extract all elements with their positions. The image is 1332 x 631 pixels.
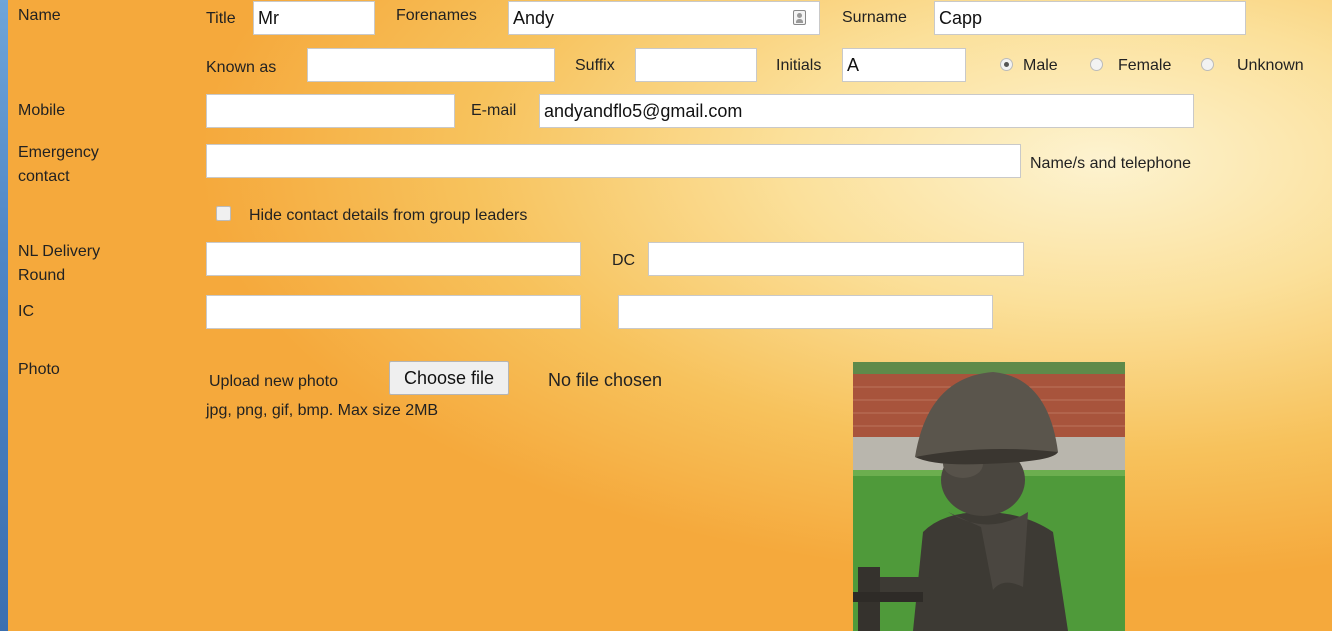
suffix-input[interactable]: [635, 48, 757, 82]
suffix-label: Suffix: [575, 57, 615, 74]
choose-file-button[interactable]: Choose file: [389, 361, 510, 395]
known-as-label: Known as: [206, 59, 277, 76]
nl-delivery-round-input[interactable]: [206, 242, 581, 276]
name-label: Name: [18, 7, 61, 24]
title-label: Title: [206, 10, 236, 27]
gender-radio-female[interactable]: [1090, 58, 1103, 71]
gender-radio-male[interactable]: [1000, 58, 1013, 71]
mobile-input[interactable]: [206, 94, 455, 128]
ic-input[interactable]: [206, 295, 581, 329]
forenames-input[interactable]: [508, 1, 820, 35]
email-input[interactable]: [539, 94, 1194, 128]
title-input[interactable]: [253, 1, 375, 35]
emergency-contact-hint: Name/s and telephone: [1030, 155, 1191, 172]
surname-input[interactable]: [934, 1, 1246, 35]
contact-card-icon[interactable]: [793, 10, 806, 25]
gender-label-unknown: Unknown: [1237, 57, 1304, 74]
left-edge-strip: [0, 0, 8, 631]
no-file-chosen-text: No file chosen: [548, 370, 663, 390]
emergency-contact-input[interactable]: [206, 144, 1021, 178]
email-label: E-mail: [471, 102, 517, 119]
photo-label: Photo: [18, 361, 60, 378]
dc-input[interactable]: [648, 242, 1024, 276]
initials-input[interactable]: [842, 48, 966, 82]
gender-label-male: Male: [1023, 57, 1058, 74]
upload-photo-label: Upload new photo: [209, 373, 338, 390]
hide-contact-label: Hide contact details from group leaders: [249, 207, 528, 224]
known-as-input[interactable]: [307, 48, 555, 82]
nl-delivery-round-label: NL Delivery Round: [18, 243, 101, 284]
member-photo: [853, 362, 1125, 631]
emergency-contact-label: Emergency contact: [18, 144, 99, 185]
gender-radio-unknown[interactable]: [1201, 58, 1214, 71]
dc-label: DC: [612, 252, 636, 269]
ic-label: IC: [18, 303, 34, 320]
ic-second-input[interactable]: [618, 295, 993, 329]
gender-label-female: Female: [1118, 57, 1172, 74]
initials-label: Initials: [776, 57, 822, 74]
hide-contact-checkbox[interactable]: [216, 206, 231, 221]
forenames-label: Forenames: [396, 7, 477, 24]
photo-formats-hint: jpg, png, gif, bmp. Max size 2MB: [206, 402, 439, 419]
mobile-label: Mobile: [18, 102, 66, 119]
surname-label: Surname: [842, 9, 907, 26]
